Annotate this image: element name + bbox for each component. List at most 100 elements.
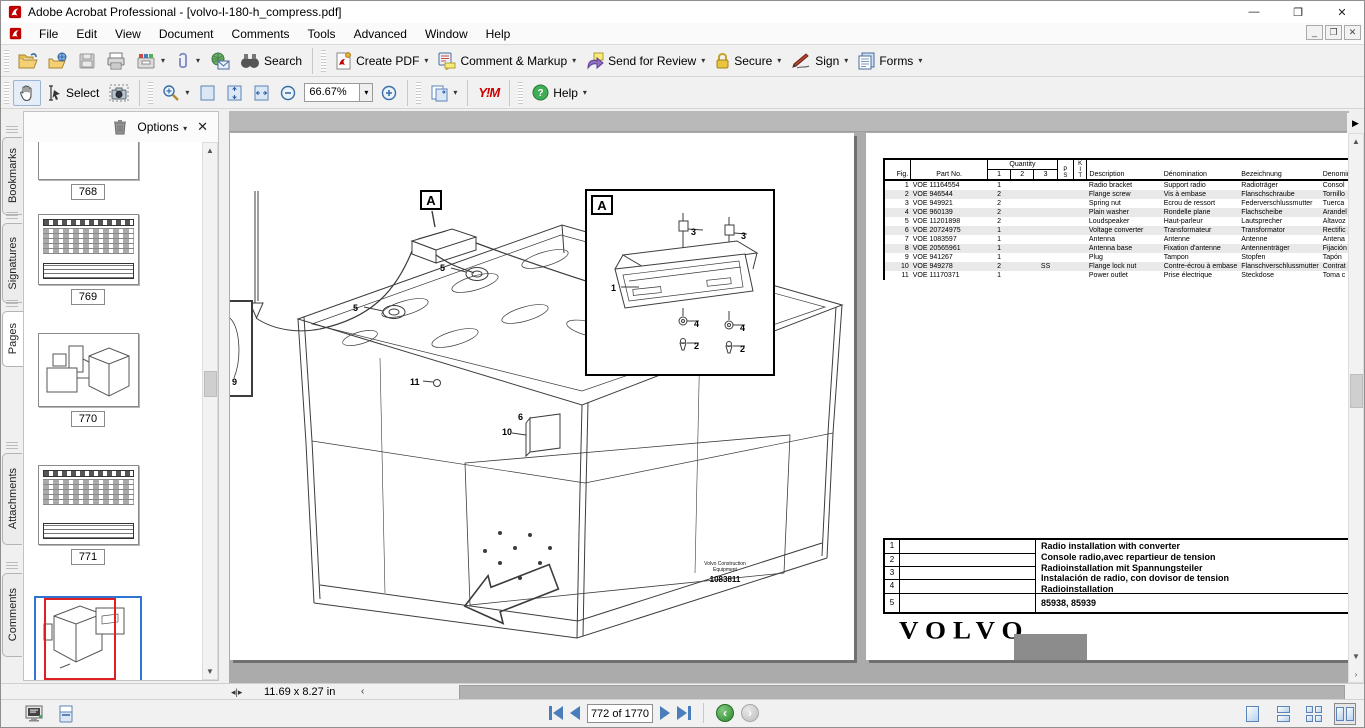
mdi-restore-button[interactable]: ❐ (1325, 25, 1342, 40)
minimize-button[interactable]: — (1232, 1, 1276, 23)
select-tool-button[interactable]: Select (41, 81, 104, 105)
toolbar-grip[interactable] (4, 82, 9, 104)
menu-comments[interactable]: Comments (223, 24, 299, 44)
next-page-button[interactable] (660, 706, 670, 720)
zoom-level-dropdown[interactable]: ▾ (360, 83, 373, 102)
scroll-up-arrow[interactable]: ▲ (203, 143, 217, 158)
close-button[interactable]: ✕ (1320, 1, 1364, 23)
scroll-down-arrow[interactable]: ▼ (203, 664, 217, 679)
fit-page-button[interactable] (221, 80, 248, 106)
open-button[interactable] (13, 48, 43, 74)
zoom-in-button[interactable] (376, 81, 402, 105)
facing-pages-button[interactable] (1334, 703, 1356, 725)
fit-width-button[interactable] (248, 80, 275, 106)
page-thumbnail-771[interactable] (38, 465, 139, 545)
callout-a: A (420, 190, 442, 210)
mdi-close-button[interactable]: ✕ (1344, 25, 1361, 40)
single-page-button[interactable] (1241, 703, 1263, 725)
hscroll-thumb[interactable] (459, 685, 1345, 700)
page-thumbnail-label[interactable]: 771 (71, 549, 105, 565)
screen-mode-icon[interactable] (25, 705, 45, 723)
mdi-minimize-button[interactable]: _ (1306, 25, 1323, 40)
pages-panel-scrollbar[interactable]: ▲ ▼ (202, 142, 218, 680)
create-pdf-button[interactable]: Create PDF▾ (330, 48, 433, 74)
continuous-facing-button[interactable] (1303, 703, 1325, 725)
actual-size-button[interactable] (194, 80, 221, 106)
cell-fig: 9 (884, 253, 911, 262)
restore-button[interactable]: ❐ (1276, 1, 1320, 23)
next-view-button[interactable]: › (741, 704, 759, 722)
panel-splitter-icon[interactable]: ◂|▸ (231, 687, 242, 698)
zoom-tool-button[interactable]: ▾ (157, 80, 194, 106)
page-thumbnail-772[interactable] (34, 596, 142, 680)
open-web-button[interactable] (43, 48, 73, 74)
last-page-button[interactable] (677, 706, 691, 720)
menu-file[interactable]: File (30, 24, 67, 44)
page-display-button[interactable]: ▾ (425, 80, 462, 106)
forms-button[interactable]: Forms▾ (853, 48, 927, 74)
lock-icon (715, 52, 730, 70)
toolbar-grip[interactable] (321, 50, 326, 72)
send-for-review-button[interactable]: Send for Review▾ (581, 48, 710, 74)
options-menu-button[interactable]: Options ▾ (137, 120, 187, 134)
page-number-field[interactable]: 772 of 1770 (587, 704, 653, 723)
trash-icon[interactable] (113, 119, 127, 135)
menu-document[interactable]: Document (150, 24, 223, 44)
print-button[interactable] (101, 48, 131, 74)
secure-button[interactable]: Secure▾ (710, 48, 786, 74)
save-button[interactable] (73, 48, 101, 74)
scrollbar-thumb[interactable] (1350, 374, 1363, 408)
menu-bar: FileEditViewDocumentCommentsToolsAdvance… (1, 23, 1364, 45)
page-thumbnail-label[interactable]: 768 (71, 184, 105, 200)
previous-view-button[interactable]: ‹ (716, 704, 734, 722)
cell-de: Antenne (1239, 235, 1320, 244)
sidebar-tab-comments[interactable]: Comments (2, 573, 22, 657)
sidebar-tab-bookmarks[interactable]: Bookmarks (2, 137, 22, 215)
panel-close-button[interactable]: ✕ (197, 119, 208, 135)
page-thumbnail-769[interactable] (38, 214, 139, 285)
email-button[interactable] (205, 48, 235, 74)
zoom-level-field[interactable]: 66.67% (304, 83, 360, 102)
toolbar-grip[interactable] (4, 50, 9, 72)
toolbar-grip[interactable] (518, 82, 523, 104)
snapshot-button[interactable] (104, 80, 134, 106)
scrollbar-thumb[interactable] (204, 371, 217, 397)
continuous-page-button[interactable] (1272, 703, 1294, 725)
menu-window[interactable]: Window (416, 24, 477, 44)
menu-advanced[interactable]: Advanced (345, 24, 416, 44)
organizer-button[interactable]: ▾ (131, 48, 170, 74)
zoom-out-button[interactable] (275, 81, 301, 105)
yim-button[interactable]: Y!M (473, 81, 504, 104)
document-vertical-scrollbar[interactable]: ▲ ▼ › (1348, 133, 1364, 683)
toolbar-overflow-button[interactable]: ▶ (1347, 113, 1364, 133)
scroll-right-arrow[interactable]: › (1349, 667, 1363, 682)
help-button[interactable]: ?Help▾ (527, 80, 592, 105)
toolbar-grip[interactable] (416, 82, 421, 104)
menu-help[interactable]: Help (477, 24, 520, 44)
comment-markup-button[interactable]: Comment & Markup▾ (433, 48, 581, 74)
toolbar-grip[interactable] (148, 82, 153, 104)
sidebar-tab-pages[interactable]: Pages (2, 311, 24, 367)
hand-tool-button[interactable] (13, 80, 41, 106)
page-thumbnail-label[interactable]: 770 (71, 411, 105, 427)
search-button[interactable]: Search (235, 49, 307, 73)
attach-button[interactable]: ▾ (170, 48, 205, 74)
previous-page-button[interactable] (570, 706, 580, 720)
help-icon: ? (532, 84, 549, 101)
menu-view[interactable]: View (106, 24, 150, 44)
sidebar-tab-attachments[interactable]: Attachments (2, 453, 22, 545)
menu-tools[interactable]: Tools (299, 24, 345, 44)
cell-desc: Loudspeaker (1087, 217, 1162, 226)
sidebar-tab-signatures[interactable]: Signatures (2, 223, 22, 303)
scroll-up-arrow[interactable]: ▲ (1349, 134, 1363, 149)
drive-icon[interactable] (58, 705, 74, 723)
cell-qty: 1 (987, 180, 1010, 190)
scroll-down-arrow[interactable]: ▼ (1349, 649, 1363, 664)
page-thumbnail-label[interactable]: 769 (71, 289, 105, 305)
menu-edit[interactable]: Edit (67, 24, 106, 44)
first-page-button[interactable] (549, 706, 563, 720)
page-thumbnail-770[interactable] (38, 333, 139, 407)
sign-button[interactable]: Sign▾ (786, 49, 853, 73)
page-thumbnail-768[interactable] (38, 142, 139, 180)
hscroll-left-arrow[interactable]: ‹ (361, 686, 364, 697)
